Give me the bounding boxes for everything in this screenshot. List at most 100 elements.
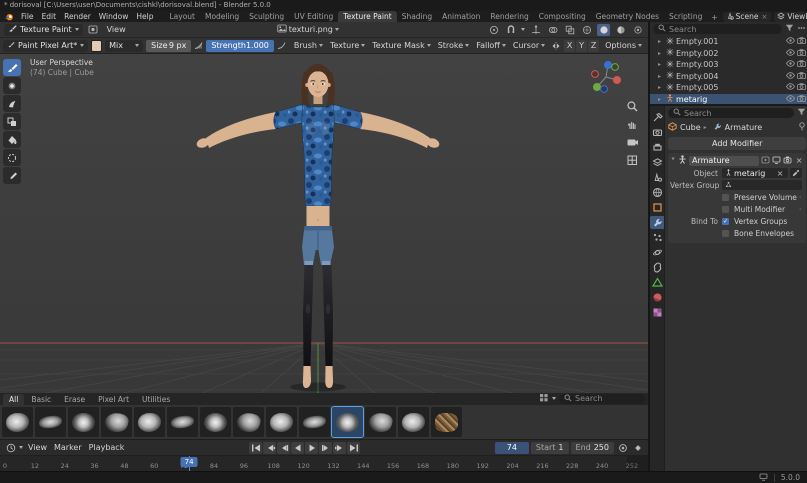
display-mode-icon[interactable]: [539, 393, 549, 404]
outliner-item-empty-004[interactable]: ▸Empty.004: [650, 71, 807, 83]
toggle-view-button[interactable]: [625, 154, 639, 167]
character-model[interactable]: [195, 64, 440, 388]
shading-rendered-icon[interactable]: [631, 24, 644, 36]
realtime-display-icon[interactable]: [772, 156, 781, 166]
shading-material-icon[interactable]: [614, 24, 627, 36]
brush-asset-4[interactable]: [101, 407, 132, 437]
outliner-item-metarig[interactable]: ▸ metarig: [650, 94, 807, 105]
render-display-icon[interactable]: [783, 156, 792, 166]
filter-icon[interactable]: [785, 24, 794, 34]
next-frame-button[interactable]: [319, 442, 332, 454]
xray-toggle-icon[interactable]: [563, 24, 576, 36]
size-pressure-icon[interactable]: [194, 40, 203, 52]
properties-tab-tool[interactable]: [650, 111, 664, 124]
preserve-volume-checkbox[interactable]: [722, 194, 729, 201]
brush-asset-3[interactable]: [68, 407, 99, 437]
shelf-tab-utilities[interactable]: Utilities: [136, 394, 176, 405]
chevron-down-icon[interactable]: [552, 397, 556, 400]
outliner-options-icon[interactable]: [797, 24, 806, 34]
properties-tab-world[interactable]: [650, 186, 664, 199]
properties-tab-object[interactable]: [650, 201, 664, 214]
expand-chevron-icon[interactable]: ▸: [670, 158, 677, 164]
jump-end-button[interactable]: [347, 442, 360, 454]
fill-tool[interactable]: [3, 131, 21, 148]
texture-slot-selector[interactable]: texturi.png: [274, 24, 342, 36]
camera-view-button[interactable]: [625, 136, 639, 149]
properties-tab-scene[interactable]: [650, 171, 664, 184]
draw-brush-tool[interactable]: [3, 59, 21, 76]
animate-dot-icon[interactable]: ·: [799, 205, 803, 214]
breadcrumb-object[interactable]: Cube: [680, 123, 701, 132]
mask-tool[interactable]: [3, 149, 21, 166]
properties-tab-constraints[interactable]: [650, 261, 664, 274]
viewlayer-selector[interactable]: ViewLayer ×: [774, 12, 807, 22]
brush-asset-2[interactable]: [35, 407, 66, 437]
mirror-y-toggle[interactable]: Y: [576, 40, 587, 52]
brush-asset-6[interactable]: [167, 407, 198, 437]
workspace-tab-geometry-nodes[interactable]: Geometry Nodes: [591, 11, 664, 22]
navigation-gizmo[interactable]: [586, 57, 626, 99]
workspace-tab-animation[interactable]: Animation: [437, 11, 485, 22]
brush-asset-1[interactable]: [2, 407, 33, 437]
expand-chevron-icon[interactable]: ▸: [658, 84, 664, 91]
menu-falloff[interactable]: Falloff: [473, 40, 509, 52]
properties-filter-icon[interactable]: [797, 108, 806, 118]
prev-frame-button[interactable]: [277, 442, 290, 454]
clone-tool[interactable]: [3, 113, 21, 130]
object-label[interactable]: metarig: [676, 95, 707, 104]
object-label[interactable]: Empty.001: [676, 37, 718, 46]
object-label[interactable]: Empty.005: [676, 83, 718, 92]
menu-help[interactable]: Help: [132, 11, 157, 22]
brush-asset-10[interactable]: [299, 407, 330, 437]
workspace-tab-texture-paint[interactable]: Texture Paint: [338, 11, 396, 22]
editor-type-clock-icon[interactable]: [4, 442, 17, 454]
smear-tool[interactable]: [3, 95, 21, 112]
brush-selector[interactable]: Paint Pixel Art*: [3, 40, 88, 52]
3d-viewport[interactable]: User Perspective (74) Cube | Cube: [0, 54, 648, 393]
size-slider[interactable]: Size 9 px: [146, 40, 191, 52]
menu-window[interactable]: Window: [95, 11, 133, 22]
disable-render-camera-icon[interactable]: [797, 83, 806, 92]
hide-viewport-eye-icon[interactable]: [786, 95, 795, 104]
playhead-frame-label[interactable]: 74: [181, 457, 198, 467]
shading-wireframe-icon[interactable]: [580, 24, 593, 36]
disable-render-camera-icon[interactable]: [797, 49, 806, 58]
disable-render-camera-icon[interactable]: [797, 72, 806, 81]
hide-viewport-eye-icon[interactable]: [786, 60, 795, 69]
pan-button[interactable]: [625, 118, 639, 131]
disable-render-camera-icon[interactable]: [797, 95, 806, 104]
eyedropper-icon[interactable]: [790, 168, 802, 178]
hide-viewport-eye-icon[interactable]: [786, 37, 795, 46]
brush-color-swatch[interactable]: [91, 40, 102, 52]
menu-stroke[interactable]: Stroke: [435, 40, 473, 52]
expand-chevron-icon[interactable]: ▸: [658, 50, 664, 57]
expand-chevron-icon[interactable]: ▸: [658, 96, 664, 103]
properties-search-input[interactable]: Search: [668, 108, 794, 118]
outliner-item-empty-003[interactable]: ▸ Empty.003: [650, 59, 807, 71]
breadcrumb-item[interactable]: Armature: [725, 123, 763, 132]
vertex-groups-checkbox[interactable]: ✓: [722, 218, 729, 225]
outliner-item-empty-005[interactable]: ▸ Empty.005: [650, 82, 807, 94]
modifier-name-field[interactable]: Armature: [689, 156, 759, 166]
shelf-tab-erase[interactable]: Erase: [58, 394, 91, 405]
menu-edit[interactable]: Edit: [38, 11, 61, 22]
object-label[interactable]: Empty.003: [676, 60, 718, 69]
shelf-tab-all[interactable]: All: [3, 394, 24, 405]
workspace-tab-scripting[interactable]: Scripting: [664, 11, 707, 22]
zoom-button[interactable]: [625, 100, 639, 113]
modifier-close-icon[interactable]: ×: [794, 156, 805, 165]
disable-render-camera-icon[interactable]: [797, 60, 806, 69]
brush-asset-14[interactable]: [431, 407, 462, 437]
expand-chevron-icon[interactable]: ▸: [658, 61, 664, 68]
clear-object-icon[interactable]: ×: [775, 169, 786, 178]
bone-envelopes-checkbox[interactable]: [722, 230, 729, 237]
expand-chevron-icon[interactable]: ▸: [658, 73, 664, 80]
annotate-tool[interactable]: [3, 167, 21, 184]
properties-tab-output[interactable]: [650, 141, 664, 154]
add-workspace-button[interactable]: +: [707, 13, 721, 22]
workspace-tab-compositing[interactable]: Compositing: [534, 11, 591, 22]
menu-render[interactable]: Render: [60, 11, 95, 22]
viewlayer-name[interactable]: ViewLayer: [787, 12, 807, 21]
options-menu[interactable]: Options: [602, 40, 645, 52]
scene-selector[interactable]: Scene ×: [723, 12, 772, 22]
